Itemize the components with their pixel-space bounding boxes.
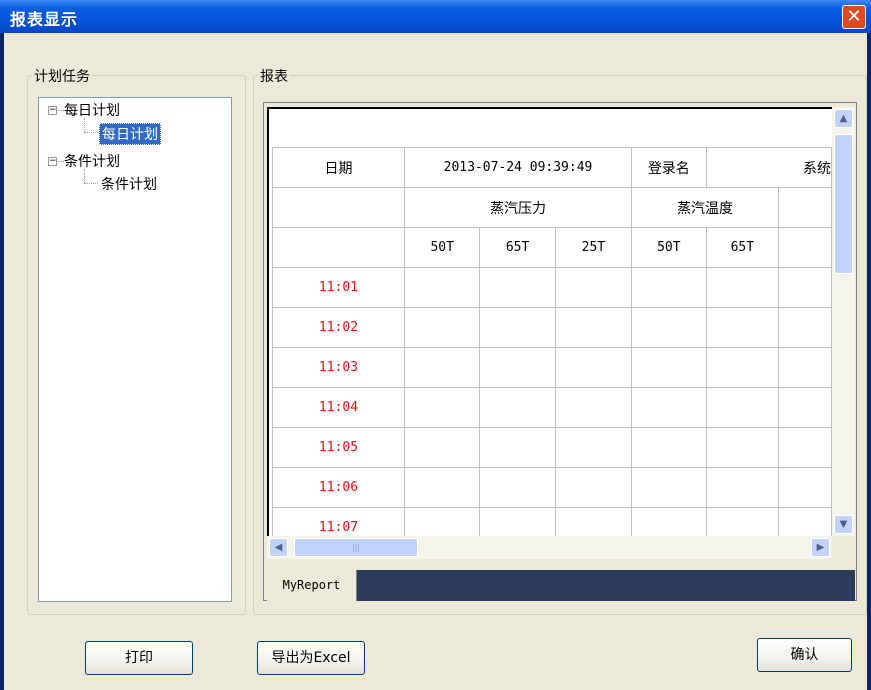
title-bar: 报表显示 ✕ [0,0,871,33]
tree-node-daily-plan[interactable]: 每日计划 [64,100,120,120]
grip-icon: ||| [351,543,361,552]
subheader-cell: 25T [554,227,633,268]
report-display-window: 报表显示 ✕ 计划任务 − 每日计划 每日计划 − 条件计划 条件计划 报表 日… [0,0,871,690]
login-label-cell: 登录名 [631,147,707,188]
table-row[interactable]: 11:03 [272,347,832,388]
scroll-down-button[interactable]: ▼ [834,515,853,534]
scroll-left-button[interactable]: ◀ [269,538,288,557]
vertical-scrollbar[interactable]: ▲ ▼ [832,107,855,536]
report-table: 日期 2013-07-24 09:39:49 登录名 系统 蒸汽压力 蒸汽温度 … [272,147,832,536]
time-cell: 11:01 [272,267,405,308]
table-header-row: 日期 2013-07-24 09:39:49 登录名 系统 [272,147,832,188]
sheet-tab-myreport[interactable]: MyReport [267,570,357,601]
time-cell: 11:04 [272,387,405,428]
plan-tree[interactable]: − 每日计划 每日计划 − 条件计划 条件计划 [38,97,232,602]
table-group-row: 蒸汽压力 蒸汽温度 [272,187,832,228]
tree-node-daily-plan-child[interactable]: 每日计划 [99,123,161,145]
sheet-tab-bar: MyReport [267,570,855,601]
steam-temperature-header: 蒸汽温度 [631,187,780,228]
horizontal-scroll-thumb[interactable]: ||| [294,538,418,557]
time-cell: 11:02 [272,307,405,348]
datetime-cell: 2013-07-24 09:39:49 [403,147,633,188]
tree-connector [84,183,98,184]
table-row[interactable]: 11:04 [272,387,832,428]
scroll-up-button[interactable]: ▲ [834,109,853,128]
plan-task-group-label: 计划任务 [32,66,92,86]
export-excel-button[interactable]: 导出为Excel [257,641,365,675]
confirm-button[interactable]: 确认 [757,638,852,672]
subheader-cell: 50T [403,227,481,268]
table-row[interactable]: 11:01 [272,267,832,308]
vertical-scroll-thumb[interactable] [834,134,853,274]
tree-connector [84,118,85,132]
chevron-right-icon: ▶ [816,542,825,553]
time-cell: 11:06 [272,467,405,508]
table-row[interactable]: 11:07 [272,507,832,536]
collapse-icon[interactable]: − [48,106,57,115]
subheader-cell: 65T [479,227,556,268]
table-cell [272,187,405,228]
close-icon: ✕ [846,6,862,27]
chevron-up-icon: ▲ [839,113,848,124]
chevron-left-icon: ◀ [274,542,283,553]
collapse-icon[interactable]: − [48,157,57,166]
close-button[interactable]: ✕ [842,5,866,29]
subheader-cell: 50T [631,227,707,268]
tree-connector [84,132,98,133]
subheader-cell: 65T [705,227,780,268]
horizontal-scrollbar[interactable]: ◀ ||| ▶ [267,536,832,559]
report-grid-viewport[interactable]: 日期 2013-07-24 09:39:49 登录名 系统 蒸汽压力 蒸汽温度 … [267,107,832,536]
scroll-right-button[interactable]: ▶ [811,538,830,557]
tree-node-condition-plan[interactable]: 条件计划 [64,151,120,171]
table-cell [778,187,832,228]
print-button[interactable]: 打印 [85,641,193,675]
system-label-cell: 系统 [705,147,832,188]
table-cell [272,227,405,268]
table-row[interactable]: 11:06 [272,467,832,508]
tree-connector [84,169,85,183]
report-group-label: 报表 [258,66,290,86]
table-subheader-row: 50T 65T 25T 50T 65T [272,227,832,268]
table-row[interactable]: 11:05 [272,427,832,468]
window-title: 报表显示 [10,10,79,29]
chevron-down-icon: ▼ [839,519,848,530]
time-cell: 11:03 [272,347,405,388]
table-row[interactable]: 11:02 [272,307,832,348]
date-label-cell: 日期 [272,147,405,188]
table-cell [778,227,832,268]
scrollbar-corner [832,536,855,559]
steam-pressure-header: 蒸汽压力 [403,187,633,228]
time-cell: 11:05 [272,427,405,468]
time-cell: 11:07 [272,507,405,536]
tree-node-condition-plan-child[interactable]: 条件计划 [101,174,157,194]
